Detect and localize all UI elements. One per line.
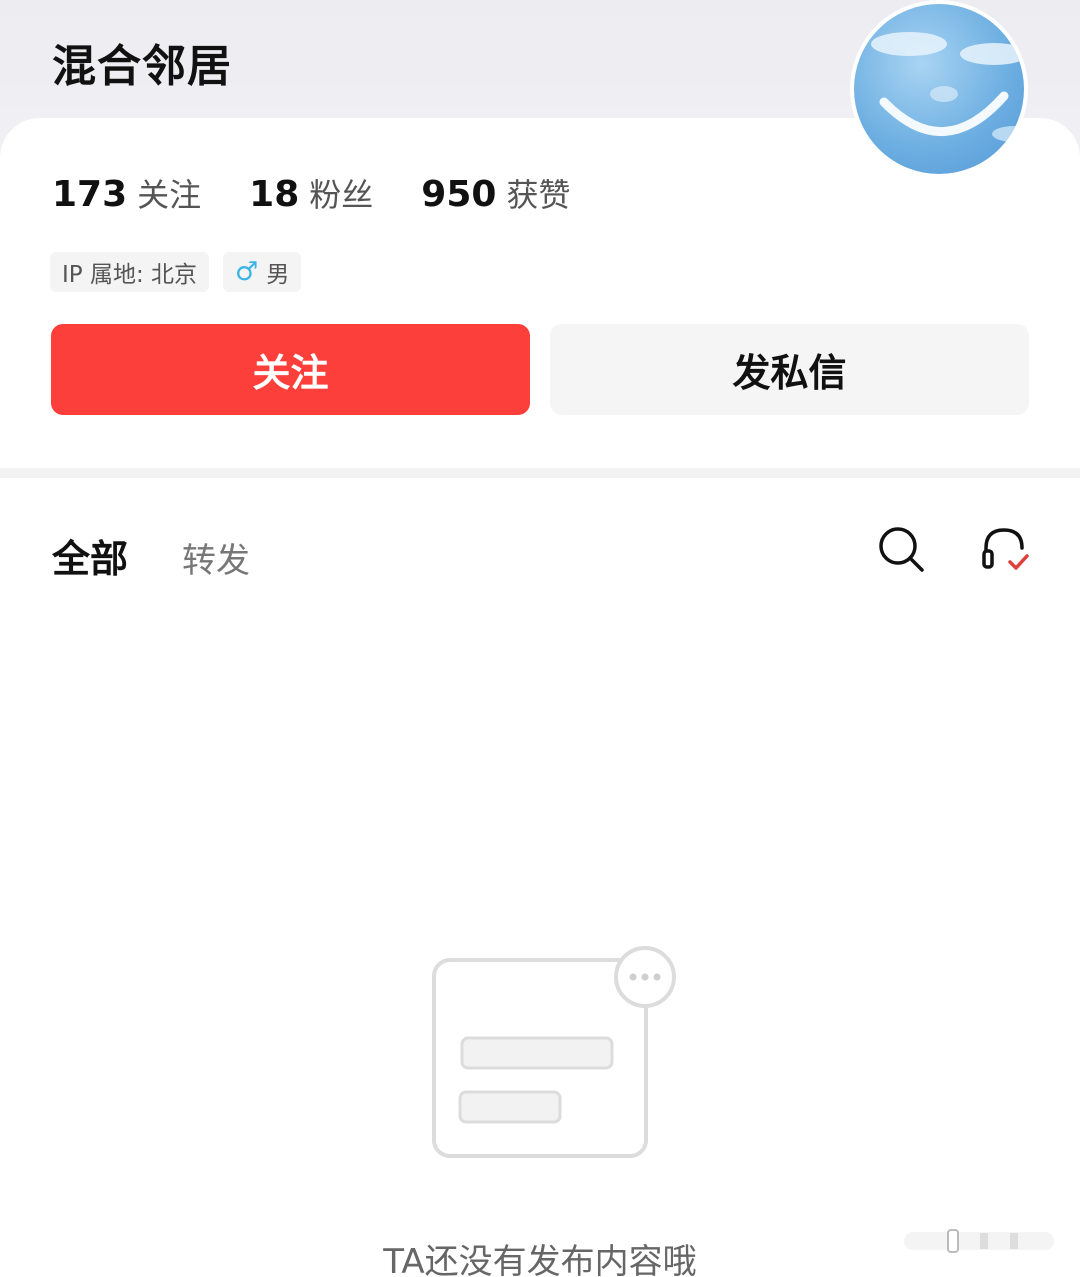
stat-following-count: 173: [52, 174, 128, 215]
gender-tag: ♂ 男: [223, 252, 302, 292]
listen-button[interactable]: [980, 524, 1030, 574]
empty-state-illustration: [428, 944, 680, 1160]
avatar[interactable]: [850, 0, 1028, 178]
stat-following[interactable]: 173 关注: [52, 170, 201, 216]
send-message-button[interactable]: 发私信: [550, 324, 1029, 415]
stat-likes[interactable]: 950 获赞: [421, 170, 570, 216]
stat-followers-label: 粉丝: [309, 176, 374, 214]
follow-button[interactable]: 关注: [51, 324, 530, 415]
stat-followers-count: 18: [249, 174, 300, 215]
male-icon: ♂: [235, 257, 259, 287]
section-divider: [0, 468, 1080, 478]
gender-text: 男: [266, 262, 290, 288]
sky-smiley-avatar-icon: [871, 32, 1024, 142]
stat-followers[interactable]: 18 粉丝: [249, 170, 373, 216]
profile-tags: IP 属地: 北京 ♂ 男: [50, 252, 302, 292]
search-button[interactable]: [876, 524, 926, 574]
headset-check-icon: [982, 528, 1029, 570]
ip-location-text: IP 属地: 北京: [62, 262, 198, 288]
profile-stats: 173 关注 18 粉丝 950 获赞: [52, 170, 570, 216]
content-tabs: 全部 转发: [52, 528, 250, 583]
stat-likes-label: 获赞: [506, 176, 571, 214]
profile-username: 混合邻居: [52, 41, 232, 92]
ip-location-tag: IP 属地: 北京: [50, 252, 210, 292]
tab-reposts[interactable]: 转发: [182, 533, 250, 582]
search-icon: [879, 527, 924, 572]
stat-following-label: 关注: [137, 176, 202, 214]
watermark-icon: [900, 1224, 1060, 1258]
stat-likes-count: 950: [421, 174, 497, 215]
empty-document-icon: [432, 946, 676, 1158]
tab-all[interactable]: 全部: [52, 528, 128, 583]
